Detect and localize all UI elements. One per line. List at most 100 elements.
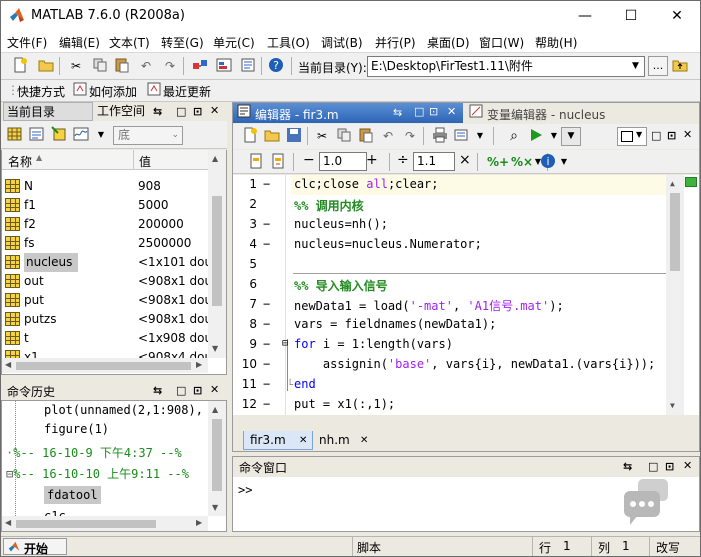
scroll-down-icon[interactable]: ▼	[670, 401, 675, 410]
copy-icon[interactable]	[91, 57, 109, 75]
maximize-pane-icon[interactable]: ⊡	[193, 384, 202, 397]
code-line[interactable]: nucleus=nucleus.Numerator;	[294, 237, 482, 251]
scroll-thumb[interactable]	[16, 520, 156, 528]
history-scrollbar[interactable]: ▲ ▼	[208, 401, 226, 516]
maximize-pane-icon[interactable]: ⊡	[665, 460, 674, 473]
whats-new-link[interactable]: 最近更新	[163, 83, 211, 100]
chevron-down-icon[interactable]: ▼	[627, 57, 644, 76]
table-row-selected[interactable]: nucleus <1x101 dou	[2, 253, 208, 272]
maximize-pane-icon[interactable]: ⊡	[667, 129, 676, 142]
increment-button[interactable]: +	[366, 152, 378, 168]
undock-icon[interactable]: ⇆	[153, 384, 162, 397]
tab-nh[interactable]: nh.m ✕	[315, 431, 371, 450]
shortcut-icon[interactable]	[71, 82, 89, 100]
cell-factor-input[interactable]: 1.1	[413, 152, 455, 171]
code-area[interactable]: ⊟ └ 1− clc;close all;clear; 2%% 调用内核 3− nucl…	[233, 175, 699, 415]
fold-minus-icon[interactable]: ⊟	[282, 338, 288, 349]
menu-parallel[interactable]: 并行(P)	[375, 34, 416, 51]
menu-debug[interactable]: 调试(B)	[321, 34, 363, 51]
close-icon[interactable]: ✕	[683, 128, 692, 141]
plot-dropdown-icon[interactable]: ▼	[92, 126, 110, 144]
cell-add-icon[interactable]: %+	[487, 153, 509, 171]
menu-cell[interactable]: 单元(C)	[213, 34, 255, 51]
code-line[interactable]: for i = 1:length(vars)	[294, 337, 453, 351]
layout-select[interactable]: ▼	[617, 127, 647, 146]
restore-icon[interactable]: □	[648, 460, 658, 473]
chat-bubble-icon[interactable]	[622, 477, 670, 531]
chevron-down-icon[interactable]: ▼	[561, 127, 581, 146]
restore-icon[interactable]: □	[176, 384, 186, 397]
scroll-thumb[interactable]	[212, 419, 222, 491]
breakpoint-marker[interactable]: −	[263, 297, 270, 311]
scroll-down-icon[interactable]: ▼	[212, 503, 218, 512]
maximize-pane-icon[interactable]: ⊡	[193, 105, 202, 118]
scroll-up-icon[interactable]: ▲	[212, 405, 218, 414]
open-folder-icon[interactable]	[263, 127, 281, 145]
table-row[interactable]: out <908x1 dou	[2, 272, 208, 291]
find-icon[interactable]: ⌕	[505, 127, 523, 145]
how-to-add-link[interactable]: 如何添加	[89, 83, 137, 100]
history-session[interactable]: ⊟%-- 16-10-10 上午9:11 --%	[6, 465, 189, 482]
simulink-icon[interactable]	[191, 57, 209, 75]
divide-button[interactable]: ÷	[397, 152, 409, 168]
variable-editor-tab[interactable]: 变量编辑器 - nucleus	[465, 103, 699, 123]
code-line[interactable]: clc;close all;clear;	[294, 177, 439, 191]
paste-icon[interactable]	[357, 127, 375, 145]
current-dir-input[interactable]: E:\Desktop\FirTest1.11\附件 ▼	[367, 56, 645, 77]
col-name-header[interactable]: 名称	[8, 153, 32, 170]
table-row[interactable]: putzs <908x1 dou	[2, 310, 208, 329]
history-line[interactable]: figure(1)	[44, 422, 109, 436]
table-row[interactable]: f1 5000	[2, 196, 208, 215]
save-workspace-icon[interactable]	[72, 126, 90, 144]
print-icon[interactable]	[431, 127, 449, 145]
close-icon[interactable]: ✕	[360, 431, 368, 450]
maximize-button[interactable]: ☐	[608, 1, 654, 31]
maximize-pane-icon[interactable]: ⊡	[429, 105, 438, 118]
close-button[interactable]: ✕	[654, 1, 700, 31]
close-icon[interactable]: ✕	[210, 104, 219, 117]
workspace-scrollbar[interactable]: ▲ ▼	[208, 150, 226, 358]
col-value-header[interactable]: 值	[139, 153, 151, 170]
restore-icon[interactable]: □	[176, 105, 186, 118]
scroll-thumb[interactable]	[212, 196, 222, 306]
code-line[interactable]: assignin('base', vars{i}, newData1.(vars…	[294, 357, 655, 371]
eval-cell-icon[interactable]	[247, 153, 265, 171]
menu-goto[interactable]: 转至(G)	[161, 34, 204, 51]
table-row[interactable]: x1 <908x4 dou	[2, 348, 208, 358]
breakpoint-marker[interactable]: −	[263, 337, 270, 351]
scroll-right-icon[interactable]: ▶	[196, 518, 202, 527]
stack-select[interactable]: 底 ⌄	[113, 126, 183, 145]
paste-icon[interactable]	[113, 57, 131, 75]
scroll-down-icon[interactable]: ▼	[212, 344, 218, 353]
table-row[interactable]: t <1x908 dou	[2, 329, 208, 348]
table-row[interactable]: N 908	[2, 177, 208, 196]
redo-icon[interactable]: ↷	[401, 127, 419, 145]
help-icon[interactable]: ?	[267, 57, 285, 75]
undo-icon[interactable]: ↶	[379, 127, 397, 145]
table-row[interactable]: f2 200000	[2, 215, 208, 234]
cut-icon[interactable]: ✂	[67, 57, 85, 75]
code-line[interactable]: put = x1(:,1);	[294, 397, 395, 411]
whats-new-icon[interactable]	[145, 82, 163, 100]
table-row[interactable]: fs 2500000	[2, 234, 208, 253]
close-icon[interactable]: ✕	[210, 383, 219, 396]
restore-icon[interactable]: □	[651, 129, 661, 142]
code-line[interactable]: vars = fieldnames(newData1);	[294, 317, 496, 331]
breakpoint-marker[interactable]: −	[263, 317, 270, 331]
editor-scrollbar[interactable]: ▲ ▼	[666, 175, 684, 415]
editor-title-bar[interactable]: 编辑器 - fir3.m ⇆ □ ⊡ ✕	[233, 103, 463, 123]
col-divider[interactable]	[133, 150, 134, 170]
undock-icon[interactable]: ⇆	[623, 460, 632, 473]
breakpoint-marker[interactable]: −	[263, 177, 270, 191]
profiler-icon[interactable]	[239, 57, 257, 75]
new-variable-icon[interactable]	[6, 126, 24, 144]
close-icon[interactable]: ✕	[447, 105, 456, 118]
start-button[interactable]: 开始(S)	[3, 538, 67, 556]
cell-value-input[interactable]: 1.0	[319, 152, 367, 171]
scroll-left-icon[interactable]: ◀	[5, 518, 11, 527]
multiply-button[interactable]: ×	[459, 152, 471, 168]
run-icon[interactable]	[527, 127, 545, 145]
redo-icon[interactable]: ↷	[161, 57, 179, 75]
breakpoint-marker[interactable]: −	[263, 357, 270, 371]
menu-text[interactable]: 文本(T)	[109, 34, 150, 51]
